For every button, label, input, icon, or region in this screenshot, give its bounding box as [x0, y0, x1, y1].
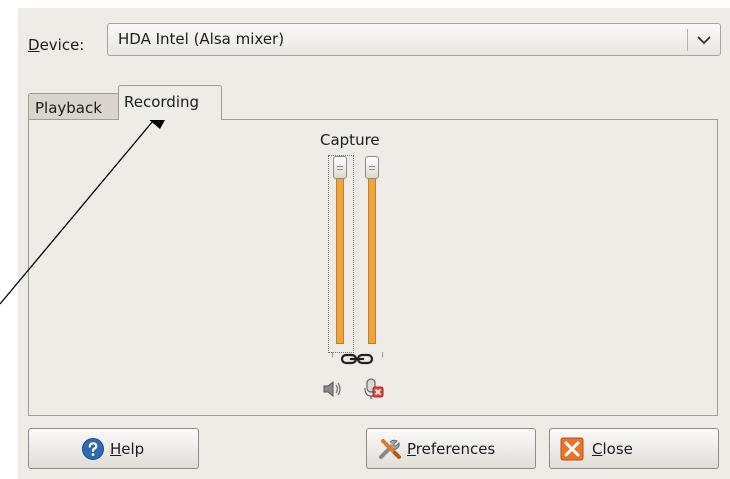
- tab-playback[interactable]: Playback: [28, 93, 120, 120]
- capture-right-slider-thumb[interactable]: [365, 156, 379, 179]
- combo-separator: [687, 29, 688, 51]
- slider-tick-mark: ╷: [330, 348, 336, 358]
- capture-left-slider-track[interactable]: [336, 176, 344, 344]
- device-select[interactable]: HDA Intel (Alsa mixer): [107, 23, 721, 56]
- device-select-value: HDA Intel (Alsa mixer): [118, 30, 285, 48]
- capture-title: Capture: [320, 131, 380, 149]
- preferences-button-label: Preferences: [407, 440, 496, 458]
- chain-link-icon[interactable]: [340, 351, 374, 367]
- preferences-button[interactable]: Preferences: [366, 428, 536, 469]
- help-button[interactable]: Help: [28, 428, 199, 469]
- tab-recording[interactable]: Recording: [118, 85, 222, 120]
- help-icon: [82, 438, 104, 460]
- volume-control-dialog: Device: HDA Intel (Alsa mixer) Playback …: [18, 8, 730, 479]
- speaker-icon[interactable]: [321, 378, 343, 400]
- tab-playback-label: Playback: [35, 99, 102, 117]
- close-button-label: Close: [592, 440, 633, 458]
- capture-right-slider-track[interactable]: [368, 176, 376, 344]
- close-icon: [560, 437, 584, 461]
- tab-recording-label: Recording: [124, 93, 200, 111]
- device-label: Device:: [28, 36, 85, 54]
- capture-left-slider-thumb[interactable]: [333, 156, 347, 179]
- help-button-label: Help: [110, 440, 145, 458]
- close-button[interactable]: Close: [549, 428, 719, 469]
- tools-icon: [379, 439, 401, 459]
- slider-tick-mark: ╷: [380, 348, 386, 358]
- microphone-record-icon[interactable]: [363, 377, 385, 401]
- chevron-down-icon[interactable]: [694, 32, 714, 48]
